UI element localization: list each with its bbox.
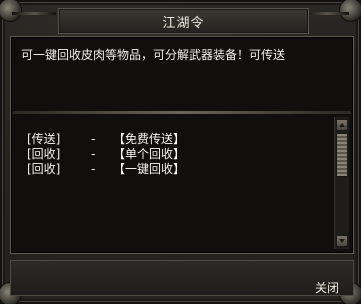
scrollbar[interactable] xyxy=(334,117,349,249)
scroll-down-button[interactable] xyxy=(336,235,348,247)
content-divider xyxy=(13,111,351,114)
chevron-up-icon xyxy=(339,123,345,127)
chevron-down-icon xyxy=(339,239,345,243)
window-title: 江湖令 xyxy=(162,15,205,31)
title-bar[interactable]: 江湖令 xyxy=(58,8,309,34)
dialog-footer: 关闭 xyxy=(10,260,354,296)
option-single-recycle[interactable]: [回收] - 【单个回收】 xyxy=(27,146,327,162)
corner-ornament xyxy=(339,0,361,22)
scroll-up-button[interactable] xyxy=(336,119,348,131)
dialog-content-panel: 可一键回收皮肉等物品，可分解武器装备！可传送 [传送] - 【免费传送】 [回收… xyxy=(10,36,354,254)
option-free-teleport[interactable]: [传送] - 【免费传送】 xyxy=(27,131,327,147)
scroll-thumb[interactable] xyxy=(336,133,348,177)
dialog-window: 江湖令 可一键回收皮肉等物品，可分解武器装备！可传送 [传送] - 【免费传送】… xyxy=(0,0,361,304)
title-ornament-right xyxy=(305,12,349,15)
option-list: [传送] - 【免费传送】 [回收] - 【单个回收】 [回收] - 【一键回收… xyxy=(27,131,327,177)
option-tag: [回收] xyxy=(27,162,61,176)
option-separator: - xyxy=(91,161,96,176)
option-separator: - xyxy=(91,146,96,161)
corner-ornament xyxy=(0,0,22,22)
title-ornament-left xyxy=(12,12,56,15)
close-button[interactable]: 关闭 xyxy=(315,279,339,296)
option-one-click-recycle[interactable]: [回收] - 【一键回收】 xyxy=(27,160,327,177)
option-separator: - xyxy=(91,131,96,146)
npc-description: 可一键回收皮肉等物品，可分解武器装备！可传送 xyxy=(21,48,286,62)
one-click-recycle-link[interactable]: 【一键回收】 xyxy=(113,160,185,177)
